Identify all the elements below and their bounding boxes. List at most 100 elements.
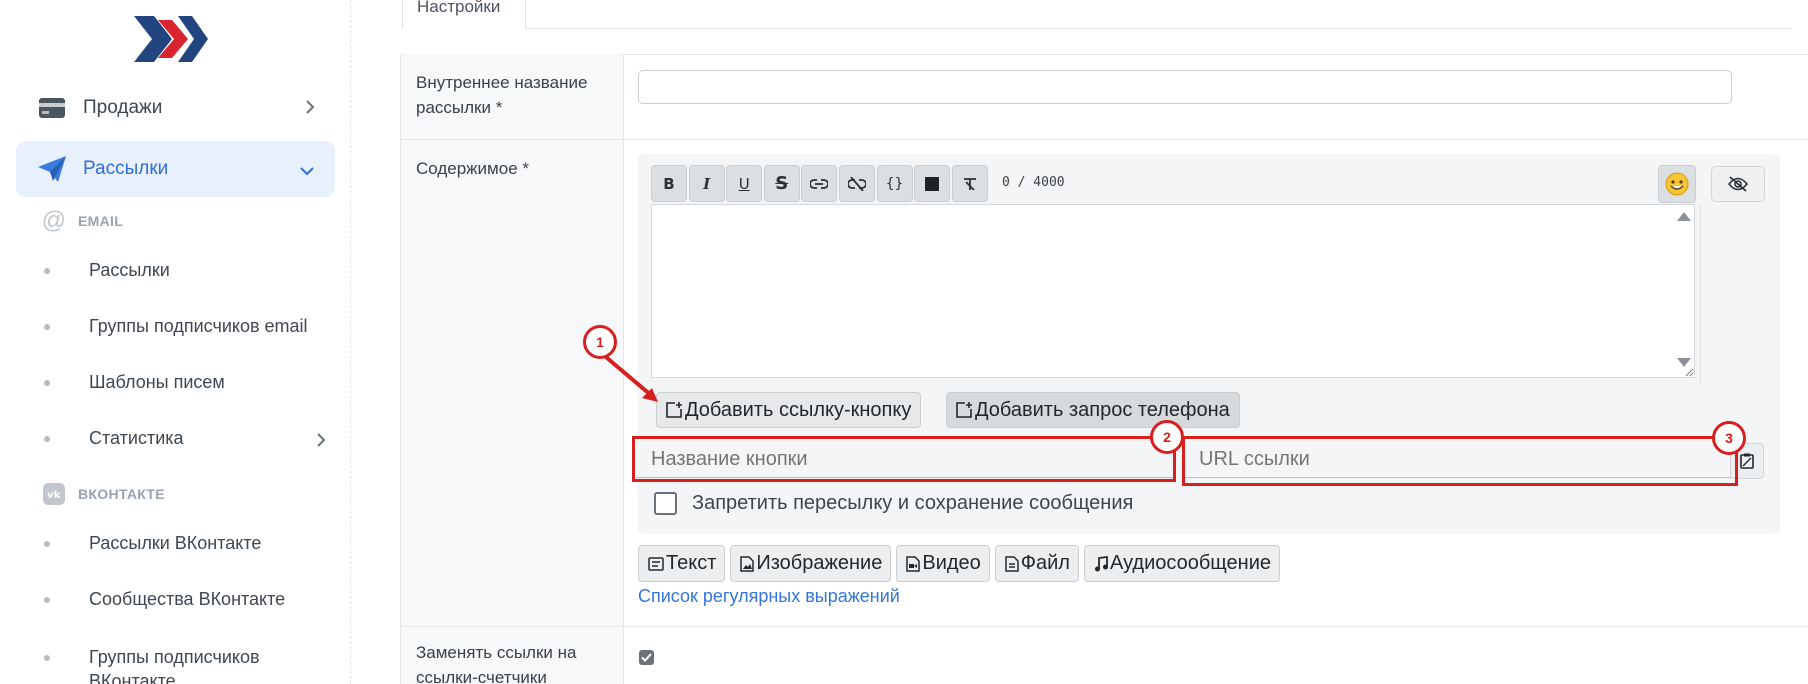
code-button[interactable]: {}: [876, 165, 913, 202]
sidebar-item-sales[interactable]: Продажи: [16, 80, 335, 136]
paper-plane-icon: [37, 156, 67, 182]
scroll-down-arrow[interactable]: [1677, 358, 1691, 367]
spoiler-button[interactable]: [914, 165, 951, 202]
annotation-box: [1182, 436, 1738, 486]
file-text-icon: [1005, 555, 1019, 572]
button-label: Видео: [922, 552, 981, 574]
row-divider: [400, 626, 1808, 627]
formatting-toolbar: B I U S {}: [651, 165, 989, 202]
tabs-divider: [526, 28, 1792, 29]
replace-links-checkbox[interactable]: [639, 650, 654, 665]
unlink-icon: [847, 176, 866, 191]
music-note-icon: [1094, 555, 1108, 571]
annotation-badge: 3: [1712, 421, 1746, 455]
chevron-right-icon: [305, 99, 315, 120]
button-label: Аудиосообщение: [1109, 552, 1272, 574]
sidebar-item-email-groups[interactable]: Группы подписчиков email: [44, 316, 334, 337]
clear-format-icon: [963, 177, 976, 191]
add-box-icon: [955, 401, 973, 419]
section-title: EMAIL: [78, 213, 124, 229]
annotation-badge: 1: [583, 325, 617, 359]
sidebar-item-email-statistics[interactable]: Статистика: [44, 428, 334, 449]
bullet-dot: [44, 323, 50, 330]
image-type-button[interactable]: Изображение: [730, 545, 892, 582]
sidebar-item-label: Группы подписчиков ВКонтакте: [89, 647, 260, 684]
section-title: ВКОНТАКТЕ: [78, 486, 165, 502]
replace-links-label: Заменять ссылки на ссылки-счетчики: [416, 643, 577, 684]
bullet-dot: [44, 379, 50, 386]
add-link-button[interactable]: Добавить ссылку-кнопку: [656, 392, 922, 428]
vk-icon: vk: [42, 482, 66, 506]
sidebar-item-vk-communities[interactable]: Сообщества ВКонтакте: [44, 589, 334, 610]
button-label: Изображение: [756, 552, 883, 574]
chevron-right-icon: [316, 432, 326, 453]
check-icon: [641, 653, 652, 662]
toggle-preview-button[interactable]: [1711, 166, 1765, 202]
tab-settings[interactable]: Настройки: [402, 0, 526, 29]
svg-text:vk: vk: [47, 490, 61, 501]
message-type-buttons: Текст Изображение Видео Файл Аудиосообще…: [638, 545, 1281, 582]
content-label: Содержимое *: [416, 159, 529, 178]
forbid-forward-checkbox[interactable]: [654, 492, 677, 515]
underline-button[interactable]: U: [726, 165, 763, 202]
message-textarea[interactable]: [651, 204, 1695, 378]
bullet-dot: [44, 655, 50, 661]
annotation-box: [632, 436, 1176, 482]
file-video-icon: [906, 555, 921, 572]
logo: [134, 16, 208, 62]
sidebar-item-label: Рассылки ВКонтакте: [89, 533, 262, 553]
sidebar-item-label: Рассылки: [83, 158, 169, 179]
bullet-dot: [44, 435, 50, 442]
italic-button[interactable]: I: [688, 165, 725, 202]
link-icon: [810, 178, 829, 189]
audio-type-button[interactable]: Аудиосообщение: [1083, 545, 1281, 582]
internal-name-input[interactable]: [638, 70, 1732, 104]
clear-format-button[interactable]: [951, 165, 988, 202]
sidebar-item-label: Сообщества ВКонтакте: [89, 589, 286, 609]
sidebar-item-mailings[interactable]: Рассылки: [16, 141, 335, 197]
button-label: Файл: [1020, 552, 1070, 574]
scroll-up-arrow[interactable]: [1677, 212, 1691, 221]
sidebar-item-label: Продажи: [83, 97, 163, 118]
sidebar-item-label: Статистика: [89, 428, 184, 448]
spoiler-icon: [925, 176, 940, 191]
sidebar-item-email-templates[interactable]: Шаблоны писем: [44, 372, 334, 393]
sidebar-item-label: Рассылки: [89, 260, 170, 280]
sidebar-item-vk-groups[interactable]: Группы подписчиков ВКонтакте: [44, 645, 334, 684]
button-label: Текст: [666, 552, 717, 574]
chevron-down-icon: [299, 163, 315, 181]
button-label: Добавить запрос телефона: [975, 398, 1230, 421]
bullet-dot: [44, 540, 50, 547]
sidebar-item-label: Шаблоны писем: [89, 372, 225, 392]
link-button[interactable]: [801, 165, 838, 202]
text-type-button[interactable]: Текст: [638, 545, 726, 582]
file-image-icon: [740, 555, 755, 572]
char-counter: 0 / 4000: [1002, 175, 1065, 190]
forbid-forward-row: Запретить пересылку и сохранение сообщен…: [654, 492, 1133, 515]
video-type-button[interactable]: Видео: [896, 545, 990, 582]
internal-name-label: Внутреннее название рассылки *: [416, 73, 588, 117]
file-type-button[interactable]: Файл: [994, 545, 1079, 582]
eye-slash-icon: [1728, 176, 1748, 192]
sidebar-item-vk-mailings[interactable]: Рассылки ВКонтакте: [44, 533, 334, 554]
regex-list-link[interactable]: Список регулярных выражений: [638, 586, 900, 607]
bold-button[interactable]: B: [651, 165, 687, 202]
smile-icon: [1665, 172, 1689, 196]
button-label: Добавить ссылку-кнопку: [685, 398, 912, 421]
section-vk: vk ВКОНТАКТЕ: [42, 482, 165, 506]
forbid-forward-label: Запретить пересылку и сохранение сообщен…: [692, 492, 1134, 514]
annotation-badge: 2: [1150, 420, 1184, 454]
section-email: @ EMAIL: [41, 207, 124, 234]
tab-label: Настройки: [417, 0, 501, 16]
add-phone-request-button[interactable]: Добавить запрос телефона: [946, 392, 1240, 428]
credit-card-icon: [37, 98, 67, 118]
strikethrough-button[interactable]: S: [763, 165, 800, 202]
bullet-dot: [44, 596, 50, 603]
unlink-button[interactable]: [838, 165, 875, 202]
at-sign-icon: @: [41, 207, 67, 234]
sidebar-item-email-mailings[interactable]: Рассылки: [44, 260, 334, 281]
row-divider: [400, 139, 1808, 140]
bullet-dot: [44, 267, 50, 274]
sidebar-item-label: Группы подписчиков email: [89, 316, 308, 336]
emoji-button[interactable]: [1658, 165, 1696, 203]
